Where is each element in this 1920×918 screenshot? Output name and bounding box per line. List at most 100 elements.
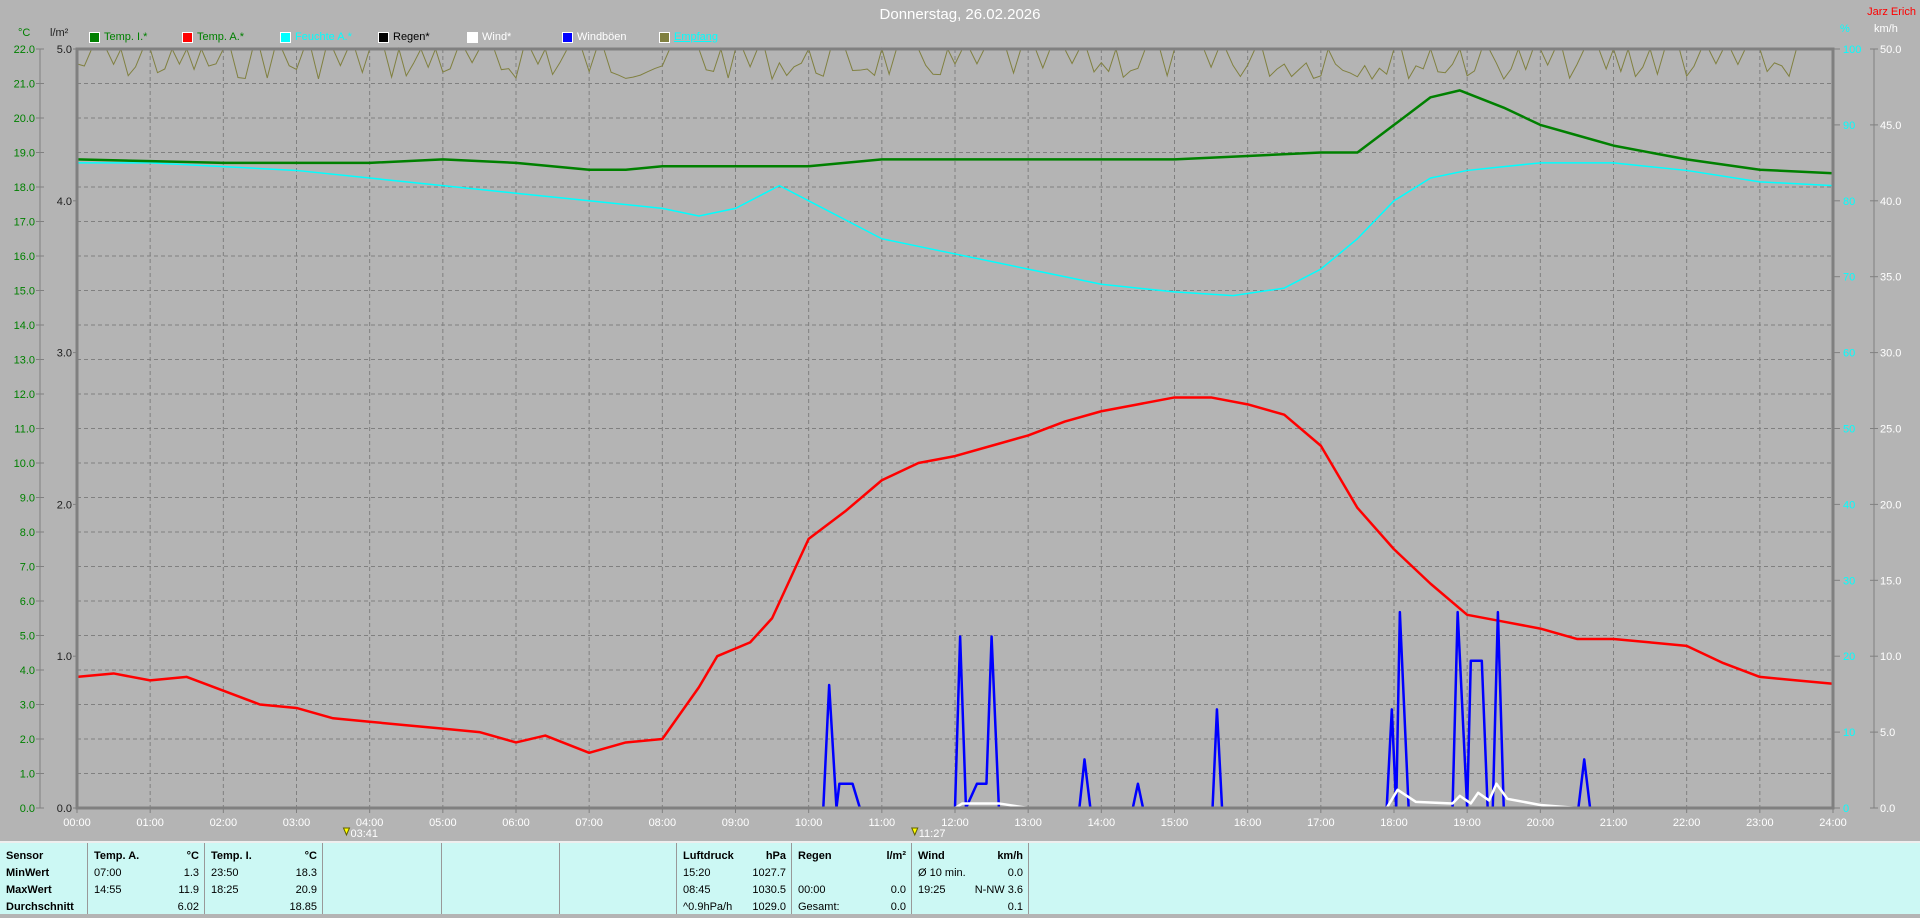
x-axis-tick-label: 18:00 — [1380, 817, 1408, 829]
empty-column — [442, 843, 560, 914]
wind-axis-tick-label: 30.0 — [1880, 348, 1901, 360]
temp-axis-tick-label: 18.0 — [14, 182, 35, 194]
x-axis-tick-label: 23:00 — [1746, 817, 1774, 829]
humidity-axis-tick-label: 60 — [1843, 348, 1855, 360]
legend-item-humidity[interactable]: Feuchte A.* — [280, 31, 352, 43]
x-axis-tick-label: 00:00 — [63, 817, 91, 829]
max-time: 14:55 — [94, 884, 122, 896]
legend-swatch — [659, 31, 670, 43]
wind-axis-unit: km/h — [1874, 23, 1898, 35]
x-axis-tick-label: 10:00 — [795, 817, 823, 829]
x-axis-tick-label: 13:00 — [1014, 817, 1042, 829]
row-label-avg: Durchschnitt — [6, 901, 74, 913]
header-pressure: Luftdruck — [683, 850, 734, 862]
temp-axis-tick-label: 3.0 — [20, 700, 35, 712]
avg-value: 1029.0 — [752, 901, 786, 913]
temp-axis-tick-label: 10.0 — [14, 458, 35, 470]
x-axis-tick-label: 01:00 — [136, 817, 164, 829]
wind-axis-tick-label: 5.0 — [1880, 727, 1895, 739]
event-marker-label: 11:27 — [919, 828, 946, 840]
legend-swatch — [378, 31, 389, 43]
x-axis-tick-label: 06:00 — [502, 817, 530, 829]
legend: Temp. I.* Temp. A.* Feuchte A.* Regen* W… — [0, 31, 1000, 45]
temp-axis-tick-label: 8.0 — [20, 527, 35, 539]
pressure-column: Luftdruck hPa 15:20 1027.7 08:45 1030.5 ^0.… — [677, 843, 792, 914]
x-axis-tick-label: 08:00 — [649, 817, 677, 829]
x-axis-tick-label: 17:00 — [1307, 817, 1335, 829]
legend-label: Windböen — [577, 31, 627, 43]
humidity-axis-tick-label: 100 — [1843, 44, 1861, 56]
legend-item-temp-outside[interactable]: Temp. A.* — [182, 31, 244, 43]
min-time: 15:20 — [683, 867, 711, 879]
temp-axis-tick-label: 20.0 — [14, 113, 35, 125]
temp-axis-tick-label: 14.0 — [14, 320, 35, 332]
temp-axis-tick-label: 0.0 — [20, 803, 35, 815]
wind-axis-tick-label: 0.0 — [1880, 803, 1895, 815]
humidity-axis-tick-label: 90 — [1843, 120, 1855, 132]
legend-item-gusts[interactable]: Windböen — [562, 31, 627, 43]
row-label-max: MaxWert — [6, 884, 52, 896]
humidity-axis-tick-label: 0 — [1843, 803, 1849, 815]
wind-column: Wind km/h Ø 10 min. 0.0 19:25 N-NW 3.6 0.1 — [912, 843, 1029, 914]
temp-axis-tick-label: 1.0 — [20, 769, 35, 781]
x-axis-tick-label: 15:00 — [1161, 817, 1189, 829]
max-time: 00:00 — [798, 884, 826, 896]
rain-column: Regen l/m² 00:00 0.0 Gesamt: 0.0 — [792, 843, 912, 914]
humidity-axis-tick-label: 40 — [1843, 499, 1855, 511]
wind-axis-tick-label: 45.0 — [1880, 120, 1901, 132]
legend-item-temp-inside[interactable]: Temp. I.* — [89, 31, 147, 43]
header-wind: Wind — [918, 850, 945, 862]
x-axis-tick-label: 20:00 — [1527, 817, 1555, 829]
rain-axis-tick-label: 1.0 — [57, 651, 72, 663]
author-name: Jarz Erich — [1867, 6, 1916, 18]
header-temp-outside: Temp. A. — [94, 850, 140, 862]
weather-chart: °C l/m²% km/h0.01.02.03.04.05.06.07.08.09.… — [14, 23, 1902, 840]
legend-swatch — [280, 31, 291, 43]
x-axis-tick-label: 07:00 — [575, 817, 603, 829]
event-marker-label: 03:41 — [350, 828, 378, 840]
total-value: 0.0 — [890, 901, 906, 913]
x-axis-tick-label: 22:00 — [1673, 817, 1701, 829]
statistics-table: Sensor MinWert MaxWert Durchschnitt Temp… — [0, 841, 1920, 914]
legend-swatch — [467, 31, 478, 43]
humidity-axis-tick-label: 50 — [1843, 424, 1855, 436]
legend-item-reception[interactable]: Empfang — [659, 31, 718, 43]
x-axis-tick-label: 14:00 — [1088, 817, 1116, 829]
chart-title: Donnerstag, 26.02.2026 — [879, 6, 1041, 23]
legend-label: Empfang — [674, 31, 719, 43]
legend-item-rain[interactable]: Regen* — [378, 31, 430, 43]
max-time: 18:25 — [211, 884, 239, 896]
x-axis-tick-label: 24:00 — [1819, 817, 1847, 829]
empty-column — [323, 843, 442, 914]
temp-axis-tick-label: 5.0 — [20, 631, 35, 643]
legend-item-wind[interactable]: Wind* — [467, 31, 511, 43]
temp-axis-tick-label: 7.0 — [20, 562, 35, 574]
legend-label: Feuchte A.* — [295, 31, 352, 43]
rain-axis-tick-label: 2.0 — [57, 499, 72, 511]
x-axis-tick-label: 11:00 — [868, 817, 895, 829]
temp-axis-tick-label: 4.0 — [20, 665, 35, 677]
temp-axis-tick-label: 9.0 — [20, 493, 35, 505]
humidity-axis-tick-label: 20 — [1843, 651, 1855, 663]
unit: °C — [186, 850, 199, 862]
max-value: 0.0 — [890, 884, 906, 896]
rain-axis-tick-label: 3.0 — [57, 348, 72, 360]
min-value: 1.3 — [183, 867, 199, 879]
wind-axis-tick-label: 25.0 — [1880, 424, 1901, 436]
max-value: N-NW 3.6 — [974, 884, 1023, 896]
min-time: 07:00 — [94, 867, 122, 879]
min-value: 1027.7 — [752, 867, 786, 879]
avg-value: 0.1 — [1007, 901, 1023, 913]
min-time: 23:50 — [211, 867, 239, 879]
x-axis-tick-label: 05:00 — [429, 817, 457, 829]
x-axis-tick-label: 21:00 — [1600, 817, 1628, 829]
event-marker-icon — [342, 827, 351, 837]
x-axis-tick-label: 09:00 — [722, 817, 750, 829]
legend-label: Wind* — [482, 31, 512, 43]
avg-value: 6.02 — [177, 901, 199, 913]
legend-label: Temp. A.* — [197, 31, 245, 43]
temp-axis-tick-label: 16.0 — [14, 251, 35, 263]
legend-label: Regen* — [393, 31, 430, 43]
header-rain: Regen — [798, 850, 832, 862]
avg-value: 18.85 — [289, 901, 317, 913]
